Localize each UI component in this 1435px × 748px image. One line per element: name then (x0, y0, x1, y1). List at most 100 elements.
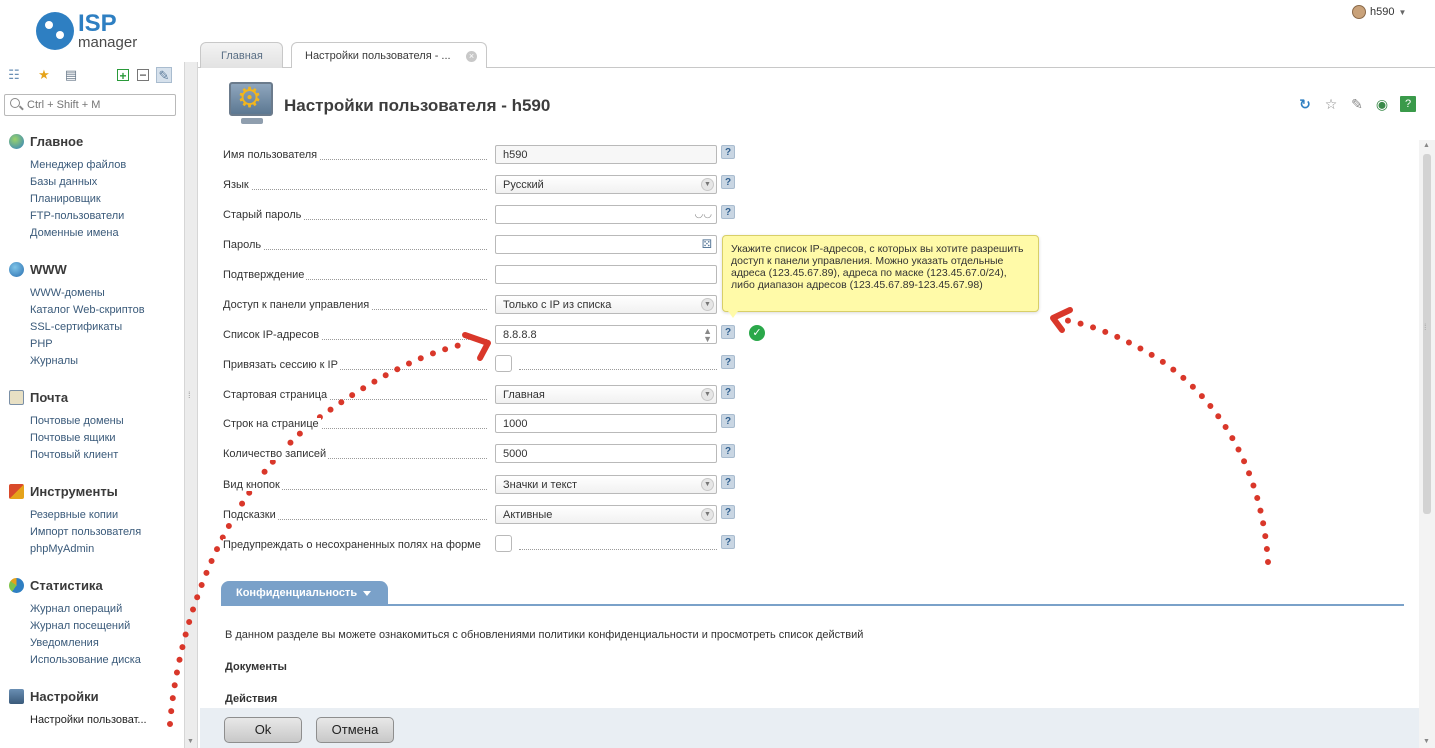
scroll-up-icon[interactable]: ▲ (1423, 142, 1430, 149)
help-icon[interactable]: ? (721, 444, 735, 458)
sidebar-splitter[interactable]: ⁞ (184, 62, 198, 748)
clipboard-icon[interactable]: ▤ (63, 67, 79, 83)
sidebar-item-visits-log[interactable]: Журнал посещений (30, 620, 130, 632)
sidebar-item-ssl[interactable]: SSL-сертификаты (30, 321, 122, 333)
sidebar-scroll-down-icon[interactable]: ▼ (187, 738, 194, 745)
field-row-start-page: Стартовая страница Главная ▼ ? (223, 385, 743, 405)
expand-textarea-icon[interactable]: ▲ ▼ (703, 327, 712, 344)
sidebar-item-logs[interactable]: Журналы (30, 355, 78, 367)
field-row-panel-access: Доступ к панели управления Только с IP и… (223, 295, 743, 315)
main-scrollbar[interactable]: ▲ ▼ (1419, 140, 1435, 748)
help-icon[interactable]: ? (721, 385, 735, 399)
close-tab-icon[interactable]: × (466, 51, 477, 62)
help-icon[interactable]: ? (721, 535, 735, 549)
pin-icon[interactable]: ✎ (156, 67, 172, 83)
confirm-password-field[interactable] (495, 265, 717, 284)
sidebar-item-file-manager[interactable]: Менеджер файлов (30, 159, 126, 171)
sidebar-item-mail-domains[interactable]: Почтовые домены (30, 415, 124, 427)
sidebar-item-mailboxes[interactable]: Почтовые ящики (30, 432, 116, 444)
sidebar-item-web-scripts[interactable]: Каталог Web-скриптов (30, 304, 145, 316)
collapse-all-icon[interactable]: − (137, 69, 149, 81)
sidebar-item-ftp-users[interactable]: FTP-пользователи (30, 210, 124, 222)
sidebar-item-notifications[interactable]: Уведомления (30, 637, 99, 649)
field-row-old-password: Старый пароль ◡◡ ? (223, 205, 743, 225)
records-count-field[interactable]: 5000 (495, 444, 717, 463)
scrollbar-thumb[interactable] (1423, 154, 1431, 514)
username-field[interactable]: h590 (495, 145, 717, 164)
sidebar-section-header[interactable]: WWW (9, 262, 67, 277)
cancel-button[interactable]: Отмена (316, 717, 394, 743)
sidebar-item-databases[interactable]: Базы данных (30, 176, 97, 188)
generate-password-dice-icon[interactable]: ⚄ (702, 237, 712, 251)
ok-button[interactable]: Ok (224, 717, 302, 743)
bind-session-checkbox[interactable] (495, 355, 512, 372)
sidebar-item-mail-client[interactable]: Почтовый клиент (30, 449, 118, 461)
sidebar-section-header[interactable]: Главное (9, 134, 83, 149)
rows-per-page-field[interactable]: 1000 (495, 414, 717, 433)
password-field[interactable]: ⚄ (495, 235, 717, 254)
privacy-tab-label: Конфиденциальность (236, 587, 358, 599)
help-icon[interactable]: ? (721, 505, 735, 519)
sidebar-section-header[interactable]: Инструменты (9, 484, 118, 499)
logo-mark-icon (36, 12, 74, 50)
help-icon[interactable]: ? (721, 205, 735, 219)
sidebar-search[interactable] (4, 94, 176, 116)
sidebar-section-header[interactable]: Настройки (9, 689, 99, 704)
privacy-section-toggle[interactable]: Конфиденциальность (221, 581, 388, 605)
user-menu[interactable]: h590 ▼ (1352, 5, 1406, 19)
field-row-language: Язык Русский ▼ ? (223, 175, 743, 195)
hints-select[interactable]: Активные ▼ (495, 505, 717, 524)
globe-icon (9, 262, 24, 277)
start-page-select[interactable]: Главная ▼ (495, 385, 717, 404)
favorite-star-icon[interactable]: ☆ (1323, 96, 1339, 112)
sidebar-item-disk-usage[interactable]: Использование диска (30, 654, 141, 666)
show-password-eye-icon[interactable]: ◡◡ (695, 209, 712, 220)
sidebar-item-domain-names[interactable]: Доменные имена (30, 227, 119, 239)
privacy-actions-heading: Действия (225, 693, 278, 705)
refresh-icon[interactable]: ↻ (1297, 96, 1313, 112)
field-row-username: Имя пользователя h590 ? (223, 145, 743, 165)
scroll-down-icon[interactable]: ▼ (1423, 738, 1430, 745)
chevron-down-icon (363, 590, 372, 596)
sidebar-item-user-settings[interactable]: Настройки пользоват... (30, 714, 147, 726)
tree-view-icon[interactable]: ☷ (6, 67, 22, 83)
help-icon[interactable]: ? (721, 414, 735, 428)
privacy-description: В данном разделе вы можете ознакомиться … (225, 629, 864, 641)
help-icon[interactable]: ? (721, 325, 735, 339)
language-select[interactable]: Русский ▼ (495, 175, 717, 194)
expand-all-icon[interactable]: + (117, 69, 129, 83)
search-input[interactable] (27, 98, 167, 112)
old-password-field[interactable]: ◡◡ (495, 205, 717, 224)
tab-main[interactable]: Главная (200, 42, 283, 68)
sidebar-item-www-domains[interactable]: WWW-домены (30, 287, 105, 299)
help-icon[interactable]: ? (721, 175, 735, 189)
panel-access-select[interactable]: Только с IP из списка ▼ (495, 295, 717, 314)
favorites-star-icon[interactable]: ★ (36, 67, 52, 83)
help-book-icon[interactable]: ? (1400, 96, 1416, 112)
ip-list-field[interactable]: 8.8.8.8 ▲ ▼ (495, 325, 717, 344)
help-icon[interactable]: ? (721, 355, 735, 369)
sidebar-item-phpmyadmin[interactable]: phpMyAdmin (30, 543, 94, 555)
field-label: Количество записей (223, 448, 329, 460)
help-globe-icon[interactable]: ◉ (1374, 96, 1390, 112)
resize-grip-icon: ⁞ (1424, 322, 1427, 332)
sidebar-item-php[interactable]: PHP (30, 338, 53, 350)
pin-icon[interactable]: ✎ (1349, 96, 1365, 112)
sidebar-section-header[interactable]: Статистика (9, 578, 103, 593)
help-icon[interactable]: ? (721, 475, 735, 489)
valid-checkmark-icon: ✓ (749, 325, 765, 341)
sidebar-item-user-import[interactable]: Импорт пользователя (30, 526, 141, 538)
button-view-select[interactable]: Значки и текст ▼ (495, 475, 717, 494)
tab-user-settings[interactable]: Настройки пользователя - ... × (291, 42, 487, 69)
sidebar-item-backups[interactable]: Резервные копии (30, 509, 118, 521)
help-icon[interactable]: ? (721, 145, 735, 159)
sidebar-section-header[interactable]: Почта (9, 390, 68, 405)
field-label: Доступ к панели управления (223, 299, 372, 311)
sidebar-item-scheduler[interactable]: Планировщик (30, 193, 101, 205)
field-label: Подтверждение (223, 269, 307, 281)
field-label: Старый пароль (223, 209, 304, 221)
warn-unsaved-checkbox[interactable] (495, 535, 512, 552)
tab-label: Настройки пользователя - ... (305, 50, 451, 62)
sidebar-item-operations-log[interactable]: Журнал операций (30, 603, 122, 615)
section-title: Почта (30, 390, 69, 405)
